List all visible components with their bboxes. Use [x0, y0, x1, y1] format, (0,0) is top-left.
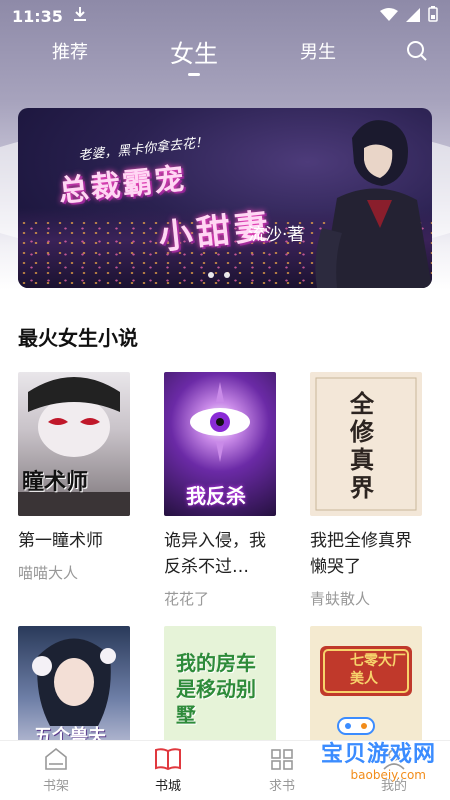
- book-cover-title: 瞳术师: [22, 470, 89, 495]
- tab-male[interactable]: 男生: [300, 38, 336, 64]
- book-cover: 我反杀: [164, 372, 276, 516]
- tab-recommend[interactable]: 推荐: [52, 38, 88, 64]
- banner-dot: [224, 272, 230, 278]
- home-shelf-icon: [45, 747, 67, 770]
- top-nav: 推荐 女生 男生: [0, 32, 450, 80]
- status-time: 11:35: [12, 6, 63, 26]
- book-author: 喵喵大人: [18, 564, 79, 582]
- bottom-nav-request[interactable]: 求书: [252, 747, 312, 794]
- book-cover: 全修真界: [310, 372, 422, 516]
- wifi-icon: [380, 7, 398, 26]
- bottom-nav-label: 书架: [42, 779, 69, 794]
- tab-female-label: 女生: [170, 40, 218, 68]
- bottom-nav-bookshelf[interactable]: 书架: [26, 747, 86, 794]
- banner-title-line1: 总裁霸宠: [56, 161, 188, 210]
- bottom-nav-label: 求书: [268, 779, 295, 794]
- banner-dot: [208, 272, 214, 278]
- book-card[interactable]: 我反杀 诡异入侵，我反杀不过… 花花了: [164, 372, 276, 609]
- book-cover-title: 七零大厂美人: [350, 653, 406, 687]
- watermark-url: baobeiy.com: [350, 768, 426, 782]
- watermark-title: 宝贝游戏网: [320, 742, 436, 767]
- grid-icon: [271, 749, 293, 770]
- book-cover-title: 我反杀: [186, 484, 246, 508]
- banner-page-indicator: [208, 272, 230, 278]
- promo-banner[interactable]: 老婆，黑卡你拿去花！ 总裁霸宠 小甜妻 流沙·著: [18, 108, 432, 288]
- book-author: 青蚨散人: [310, 590, 371, 608]
- book-cover-title: 我的房车是移动别墅: [176, 651, 256, 727]
- book-cover: 瞳术师: [18, 372, 130, 516]
- active-tab-indicator: [188, 73, 200, 76]
- book-cover-title: 全修真界: [350, 390, 374, 502]
- gamepad-icon: [337, 717, 375, 735]
- book-title: 我把全修真界懒哭了: [310, 531, 412, 577]
- book-title: 诡异入侵，我反杀不过…: [164, 531, 266, 577]
- tab-female[interactable]: 女生: [170, 34, 218, 76]
- search-icon[interactable]: [406, 40, 428, 66]
- status-bar: 11:35: [0, 0, 450, 32]
- book-author: 花花了: [164, 590, 210, 608]
- bottom-nav-bookstore[interactable]: 书城: [138, 747, 198, 794]
- banner-author: 流沙·著: [248, 225, 305, 245]
- open-book-icon: [155, 748, 181, 771]
- book-card[interactable]: 全修真界 我把全修真界懒哭了 青蚨散人: [310, 372, 422, 609]
- battery-icon: [428, 6, 438, 26]
- bottom-nav-label: 书城: [154, 779, 181, 794]
- book-title: 第一瞳术师: [18, 531, 103, 551]
- book-card[interactable]: 瞳术师 第一瞳术师 喵喵大人: [18, 372, 130, 583]
- banner-character-illustration: [315, 120, 432, 288]
- signal-icon: [406, 7, 420, 26]
- section-title: 最火女生小说: [18, 326, 138, 350]
- download-icon: [73, 6, 87, 26]
- site-watermark: 宝贝游戏网 baobeiy.com: [321, 714, 436, 782]
